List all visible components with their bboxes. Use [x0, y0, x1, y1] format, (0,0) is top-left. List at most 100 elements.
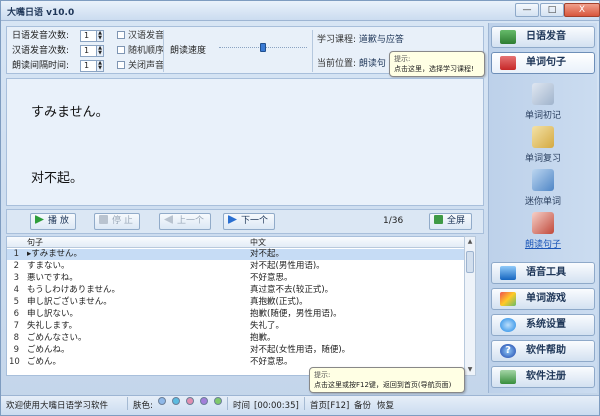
course-tooltip: 提示: 点击这里，选择学习课程!: [389, 51, 485, 77]
row-japanese: 悪いですね。: [27, 273, 78, 283]
close-button[interactable]: X: [564, 3, 600, 17]
row-chinese: 真过意不去(较正式)。: [250, 285, 334, 295]
skin-swatch[interactable]: [186, 397, 194, 405]
course-row: 学习课程: 道歉与应答: [317, 32, 404, 45]
stop-icon: [99, 215, 108, 224]
sidebar-item-help[interactable]: ? 软件帮助: [491, 340, 595, 362]
row-japanese: すまない。: [27, 261, 70, 271]
stop-button[interactable]: 停 止: [94, 213, 140, 230]
table-row[interactable]: 7 失礼します。 失礼了。: [7, 321, 475, 332]
table-row[interactable]: 2 すまない。 对不起(男性用语)。: [7, 261, 475, 272]
interval-stepper[interactable]: 1 ▲ ▼: [80, 60, 104, 72]
row-chinese: 不好意思。: [250, 273, 293, 283]
sidebar-item-label: 日语发音: [526, 31, 566, 42]
mute-checkbox[interactable]: 关闭声音: [117, 59, 164, 73]
row-japanese: ▸すみません。: [27, 249, 83, 259]
header-chinese[interactable]: 中文: [250, 237, 266, 248]
table-row[interactable]: 6 申し訳ない。 抱歉(随便，男性用语)。: [7, 309, 475, 320]
table-row[interactable]: 8 ごめんなさい。 抱歉。: [7, 333, 475, 344]
sidebar-sub-mini-words[interactable]: 迷你单词: [509, 169, 577, 207]
spin-arrows-icon[interactable]: ▲ ▼: [96, 61, 103, 71]
table-row[interactable]: 9 ごめんね。 对不起(女性用语，随便)。: [7, 345, 475, 356]
minimize-button[interactable]: —: [515, 3, 539, 17]
row-chinese: 失礼了。: [250, 321, 285, 331]
window-title: 大嘴日语 v10.0: [7, 8, 75, 18]
home-button[interactable]: 首页[F12]: [310, 397, 349, 415]
tooltip-text: 点击这里或按F12键，返回到首页(导航页面): [314, 381, 452, 389]
sidebar-item-pronunciation[interactable]: 日语发音: [491, 26, 595, 48]
checkbox-icon: [117, 61, 125, 69]
slider-knob[interactable]: [260, 43, 266, 52]
sidebar-item-label: 语音工具: [526, 267, 566, 278]
sidebar-item-word-game[interactable]: 单词游戏: [491, 288, 595, 310]
next-button[interactable]: 下一个: [223, 213, 276, 230]
sub-label: 单词初记: [524, 111, 561, 121]
sidebar-item-voice-tools[interactable]: 语音工具: [491, 262, 595, 284]
table-header: 句子 中文: [7, 237, 475, 248]
backup-button[interactable]: 备份: [354, 397, 371, 415]
scroll-down-icon[interactable]: ▼: [465, 365, 475, 375]
table-row[interactable]: 3 悪いですね。 不好意思。: [7, 273, 475, 284]
spin-arrows-icon[interactable]: ▲ ▼: [96, 31, 103, 41]
table-row[interactable]: 4 もうしわけありません。 真过意不去(较正式)。: [7, 285, 475, 296]
play-icon: [35, 215, 44, 224]
sidebar-sub-read-sentences[interactable]: 朗读句子: [509, 212, 577, 250]
fullscreen-button[interactable]: 全屏: [429, 213, 473, 230]
cn-count-stepper[interactable]: 1 ▲ ▼: [80, 45, 104, 57]
position-row: 当前位置: 朗读句: [317, 56, 386, 69]
row-japanese: 失礼します。: [27, 321, 78, 331]
skin-swatch[interactable]: [158, 397, 166, 405]
sidebar-item-words-sentences[interactable]: 单词句子: [491, 52, 595, 74]
row-japanese: 申し訳ございません。: [27, 297, 112, 307]
scroll-thumb[interactable]: [466, 251, 474, 273]
prev-button[interactable]: 上一个: [159, 213, 212, 230]
row-japanese: 申し訳ない。: [27, 309, 79, 319]
row-chinese: 对不起(男性用语)。: [250, 261, 325, 271]
spin-arrows-icon[interactable]: ▲ ▼: [96, 46, 103, 56]
play-button[interactable]: 播 放: [30, 213, 76, 230]
row-number: 5: [13, 297, 19, 307]
chinese-voice-checkbox[interactable]: 汉语发音: [117, 29, 164, 43]
sidebar-item-register[interactable]: 软件注册: [491, 366, 595, 388]
table-row[interactable]: 1 ▸すみません。 对不起。: [7, 249, 475, 260]
row-number: 1: [13, 249, 19, 259]
row-japanese: もうしわけありません。: [27, 285, 120, 295]
row-japanese: ごめんなさい。: [27, 333, 87, 343]
welcome-text: 欢迎使用大嘴日语学习软件: [6, 401, 109, 411]
play-label: 播 放: [48, 216, 69, 226]
sidebar-item-settings[interactable]: 系统设置: [491, 314, 595, 336]
skin-swatch[interactable]: [214, 397, 222, 405]
pencil-icon: [532, 83, 554, 105]
table-scrollbar[interactable]: ▲ ▼: [464, 236, 476, 376]
book-icon: [500, 30, 516, 44]
jp-count-stepper[interactable]: 1 ▲ ▼: [80, 30, 104, 42]
skin-swatch[interactable]: [200, 397, 208, 405]
app-window: 大嘴日语 v10.0 — □ X 日语发音次数: 1 ▲ ▼ 汉语发音次数: 1 ▲ ▼…: [0, 0, 600, 416]
help-icon: ?: [500, 344, 516, 358]
divider: [304, 397, 305, 410]
interval-label: 朗读间隔时间:: [12, 61, 70, 71]
row-chinese: 对不起。: [250, 249, 285, 259]
gear-icon: [500, 318, 516, 332]
restore-button[interactable]: 恢复: [377, 397, 394, 415]
row-number: 7: [13, 321, 19, 331]
maximize-button[interactable]: □: [540, 3, 564, 17]
prev-label: 上一个: [177, 216, 205, 226]
next-icon: [228, 215, 237, 224]
speed-slider[interactable]: [219, 43, 307, 52]
sub-label: 朗读句子: [524, 240, 561, 250]
tooltip-title: 提示:: [394, 55, 411, 63]
sidebar-sub-review[interactable]: 单词复习: [509, 126, 577, 164]
jp-count-value: 1: [84, 31, 90, 40]
sidebar-sub-first-memorize[interactable]: 单词初记: [509, 83, 577, 121]
row-japanese: ごめん。: [27, 357, 62, 367]
skin-swatch[interactable]: [172, 397, 180, 405]
random-order-checkbox[interactable]: 随机顺序: [117, 44, 164, 58]
row-chinese: 真抱歉(正式)。: [250, 297, 308, 307]
course-value[interactable]: 道歉与应答: [359, 35, 404, 45]
scroll-up-icon[interactable]: ▲: [465, 237, 475, 247]
table-row[interactable]: 5 申し訳ございません。 真抱歉(正式)。: [7, 297, 475, 308]
sub-label: 单词复习: [524, 154, 561, 164]
tooltip-title: 提示:: [314, 371, 331, 379]
header-sentence[interactable]: 句子: [27, 237, 43, 248]
